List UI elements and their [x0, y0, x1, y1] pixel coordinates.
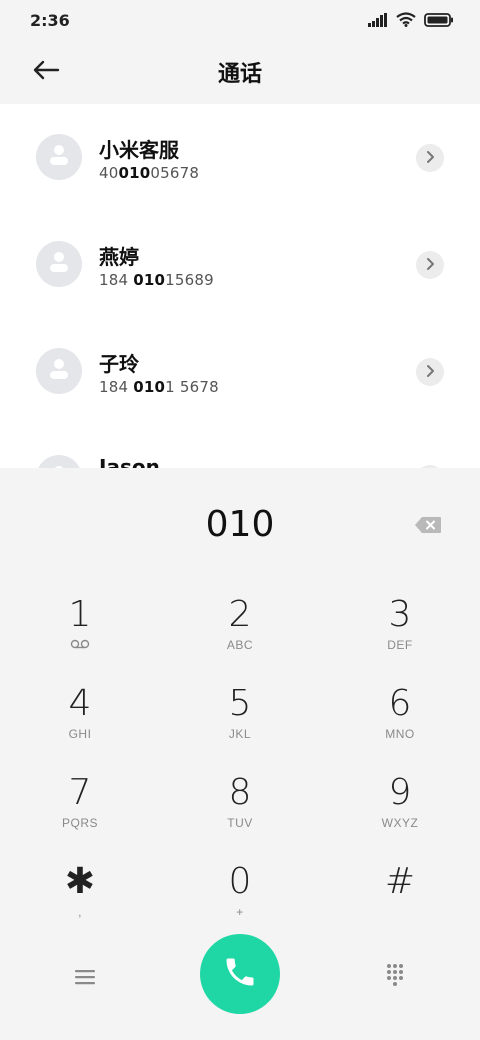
key-2[interactable]: 2 ABC [180, 594, 300, 674]
status-icons [368, 12, 454, 31]
key-digit: 0 [228, 861, 252, 902]
person-icon [47, 357, 71, 385]
key-digit: # [384, 861, 416, 902]
voicemail-icon [70, 638, 90, 654]
contact-detail-button[interactable] [416, 358, 444, 386]
key-digit: 6 [388, 683, 412, 724]
contact-row[interactable]: 子玲 184 0101 5678 [0, 318, 480, 425]
key-letters: GHI [68, 727, 92, 741]
key-letters: WXYZ [381, 816, 419, 830]
contact-name: 小米客服 [99, 138, 179, 162]
page-title: 通话 [217, 62, 262, 87]
key-letters: ABC [226, 638, 254, 652]
key-hash[interactable]: # [340, 861, 460, 941]
contact-name: 子玲 [99, 352, 139, 376]
status-bar: 2:36 [0, 0, 480, 40]
key-digit: 1 [68, 594, 92, 635]
avatar [36, 348, 82, 394]
dialed-number[interactable]: 010 [0, 504, 480, 545]
key-star[interactable]: ✱ , [20, 861, 140, 941]
chevron-right-icon [425, 363, 435, 382]
menu-icon [75, 969, 95, 989]
phone-icon [222, 954, 258, 994]
key-letters: , [78, 905, 82, 919]
chevron-right-icon [425, 149, 435, 168]
contact-name: Jason [99, 455, 160, 468]
key-0[interactable]: 0 + [180, 861, 300, 941]
dialpad-toggle-button[interactable] [380, 962, 410, 992]
chevron-right-icon [425, 256, 435, 275]
contact-row[interactable]: 燕婷 184 01015689 [0, 211, 480, 318]
wifi-icon [396, 12, 416, 31]
key-letters: TUV [227, 816, 253, 830]
contact-name: 燕婷 [99, 245, 139, 269]
header: 通话 [0, 40, 480, 104]
key-digit: 3 [388, 594, 412, 635]
person-icon [47, 143, 71, 171]
contact-list[interactable]: 小米客服 4001005678 燕婷 184 01015689 子玲 184 0… [0, 104, 480, 468]
status-time: 2:36 [30, 11, 70, 30]
avatar [36, 455, 82, 468]
dialpad-icon [385, 963, 405, 991]
key-digit: 8 [228, 772, 252, 813]
key-3[interactable]: 3 DEF [340, 594, 460, 674]
battery-icon [424, 12, 454, 31]
dialpad: 010 1 2 ABC 3 DEF 4 GHI 5 JKL 6 MNO 7 PQ… [0, 468, 480, 1040]
key-letters: + [236, 905, 244, 919]
contact-row[interactable]: Jason [0, 425, 480, 468]
backspace-icon [414, 516, 442, 538]
key-digit: 7 [68, 772, 92, 813]
key-6[interactable]: 6 MNO [340, 683, 460, 763]
key-digit: 2 [228, 594, 252, 635]
dialer-actions [0, 934, 480, 1024]
call-button[interactable] [200, 934, 280, 1014]
key-letters: MNO [385, 727, 415, 741]
key-digit: 5 [228, 683, 252, 724]
key-letters: PQRS [61, 816, 98, 830]
key-digit: ✱ [64, 861, 96, 902]
person-icon [47, 250, 71, 278]
key-8[interactable]: 8 TUV [180, 772, 300, 852]
key-letters: JKL [228, 727, 252, 741]
key-letters: DEF [387, 638, 413, 652]
key-5[interactable]: 5 JKL [180, 683, 300, 763]
contact-number: 4001005678 [99, 164, 200, 182]
contact-number: 184 01015689 [99, 271, 214, 289]
avatar [36, 241, 82, 287]
key-9[interactable]: 9 WXYZ [340, 772, 460, 852]
key-7[interactable]: 7 PQRS [20, 772, 140, 852]
key-1[interactable]: 1 [20, 594, 140, 674]
contact-row[interactable]: 小米客服 4001005678 [0, 104, 480, 211]
contact-detail-button[interactable] [416, 144, 444, 172]
avatar [36, 134, 82, 180]
key-digit: 9 [388, 772, 412, 813]
key-4[interactable]: 4 GHI [20, 683, 140, 763]
signal-icon [368, 12, 388, 31]
contact-detail-button[interactable] [416, 251, 444, 279]
key-digit: 4 [68, 683, 92, 724]
backspace-button[interactable] [412, 516, 444, 538]
contact-number: 184 0101 5678 [99, 378, 219, 396]
menu-button[interactable] [68, 964, 102, 994]
